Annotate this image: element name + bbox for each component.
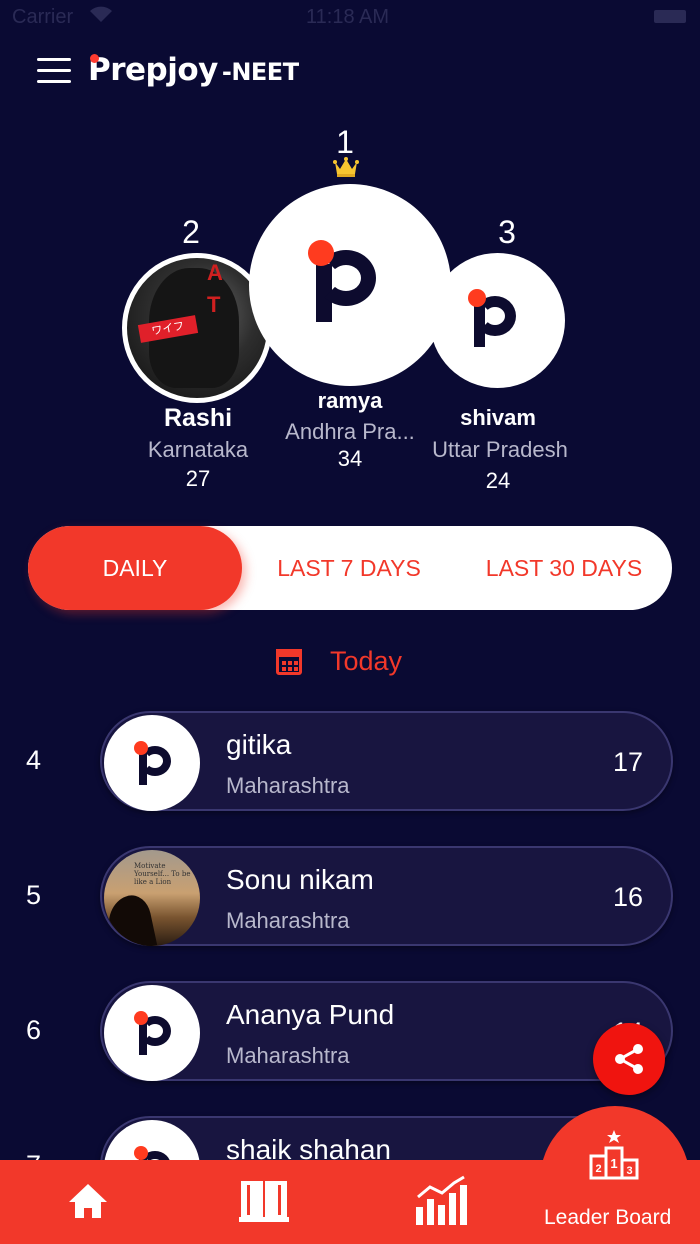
podium-avatar-1[interactable] [249, 184, 451, 386]
svg-text:1: 1 [610, 1156, 617, 1171]
tab-last-7-days[interactable]: LAST 7 DAYS [242, 526, 456, 610]
wifi-icon [90, 6, 112, 22]
podium-rank-2: 2 [182, 214, 200, 250]
list-name: gitika [226, 729, 292, 760]
brand-dot [90, 54, 99, 63]
list-name: Sonu nikam [226, 864, 374, 895]
podium-score-1: 34 [337, 446, 363, 471]
avatar-silhouette [104, 892, 158, 946]
list-card[interactable]: Ananya Pund Maharashtra 14 [100, 981, 673, 1081]
podium-icon[interactable]: 1 2 3 [588, 1128, 640, 1180]
hamburger-menu-icon[interactable] [37, 58, 71, 84]
nav-home[interactable] [58, 1176, 118, 1226]
prepjoy-logo-icon [467, 288, 519, 353]
avatar: Motivate Yourself... To be like a Lion [104, 850, 200, 946]
prepjoy-logo-icon [308, 240, 382, 330]
list-name: Ananya Pund [226, 999, 395, 1030]
carrier-label: Carrier [12, 6, 74, 28]
podium-name-2: Rashi [163, 404, 233, 432]
list-score: 17 [612, 747, 643, 777]
avatar-photo-caption: Motivate Yourself... To be like a Lion [134, 862, 191, 886]
crown-icon [333, 157, 359, 177]
avatar [104, 715, 200, 811]
podium-state-1: Andhra Pra... [285, 419, 415, 444]
share-icon [615, 1044, 643, 1074]
avatar-deco: T [207, 292, 221, 317]
list-rank: 6 [26, 1015, 42, 1045]
clock: 11:18 AM [306, 6, 390, 28]
list-score: 16 [612, 882, 643, 912]
podium-state-3: Uttar Pradesh [432, 437, 568, 462]
podium-rank-3: 3 [498, 214, 516, 250]
list-state: Maharashtra [226, 773, 350, 798]
prepjoy-logo-icon [134, 1011, 172, 1057]
avatar [104, 985, 200, 1081]
list-rank: 5 [26, 880, 42, 910]
nav-leader-board-label[interactable]: Leader Board [544, 1206, 671, 1230]
list-state: Maharashtra [226, 1043, 350, 1068]
book-icon [239, 1181, 289, 1222]
calendar-icon [276, 648, 302, 675]
list-card[interactable]: Motivate Yourself... To be like a Lion S… [100, 846, 673, 946]
prepjoy-logo-icon [134, 741, 172, 787]
podium-name-1: ramya [317, 388, 383, 413]
share-button[interactable] [593, 1023, 665, 1095]
nav-library[interactable] [234, 1176, 294, 1226]
podium-name-3: shivam [460, 405, 536, 430]
home-icon [69, 1184, 107, 1218]
battery-icon [654, 10, 686, 23]
list-state: Maharashtra [226, 908, 350, 933]
status-bar: Carrier 11:18 AM [0, 0, 700, 34]
podium-avatar-3[interactable] [430, 253, 565, 388]
brand-suffix: -NEET [221, 58, 299, 86]
date-filter-label: Today [330, 646, 403, 676]
nav-stats[interactable] [410, 1175, 470, 1226]
date-filter[interactable]: Today [276, 646, 402, 677]
period-tabs: DAILY LAST 7 DAYS LAST 30 DAYS [28, 526, 672, 610]
list-rank: 4 [26, 745, 42, 775]
avatar-deco: A [207, 260, 223, 285]
svg-text:2: 2 [595, 1163, 601, 1175]
list-card[interactable]: gitika Maharashtra 17 [100, 711, 673, 811]
brand-logo: Prepjoy -NEET [88, 52, 299, 92]
tab-daily[interactable]: DAILY [28, 526, 242, 610]
tab-last-30-days[interactable]: LAST 30 DAYS [456, 526, 672, 610]
brand-name: Prepjoy [88, 52, 218, 88]
list-item[interactable]: 4 gitika Maharashtra 17 [0, 711, 700, 811]
podium-score-3: 24 [485, 468, 511, 493]
podium-score-2: 27 [185, 466, 211, 491]
svg-text:3: 3 [626, 1165, 632, 1177]
podium-state-2: Karnataka [147, 437, 249, 462]
list-item[interactable]: 5 Motivate Yourself... To be like a Lion… [0, 846, 700, 946]
stats-chart-icon [416, 1175, 467, 1225]
